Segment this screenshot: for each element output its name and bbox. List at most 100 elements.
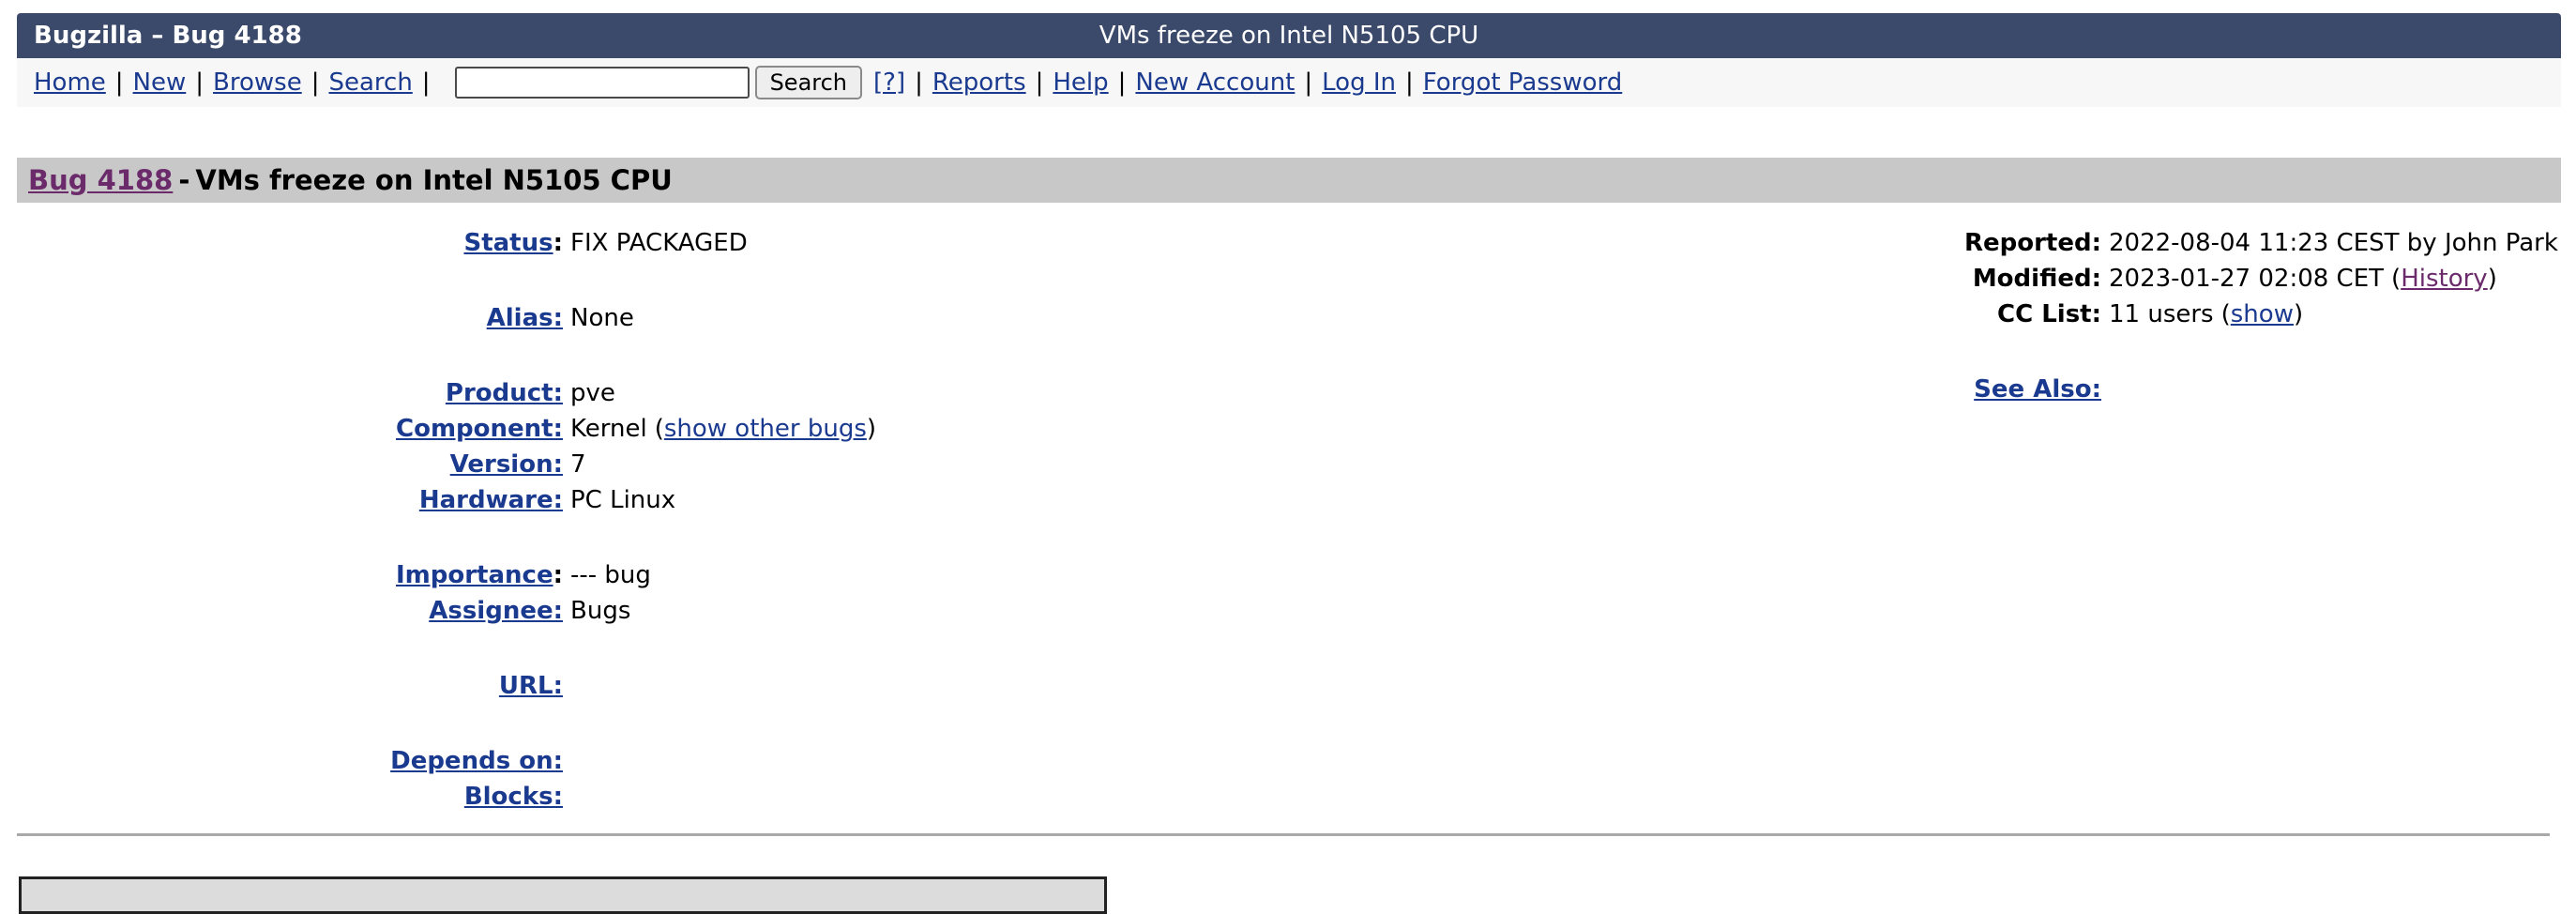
field-row-hardware: Hardware: PC Linux bbox=[0, 482, 1107, 518]
comment-box-partial[interactable] bbox=[19, 876, 1107, 914]
importance-colon: : bbox=[553, 561, 563, 589]
paren-open: ( bbox=[655, 415, 664, 443]
paren-open: ( bbox=[2221, 300, 2231, 328]
field-row-url: URL: bbox=[0, 668, 1107, 704]
field-row-alias: Alias: None bbox=[0, 300, 1107, 336]
field-row-component: Component: Kernel (show other bugs) bbox=[0, 411, 1107, 447]
modified-value-group: 2023-01-27 02:08 CET(History) bbox=[2101, 261, 2570, 297]
status-label: Status: bbox=[0, 225, 563, 261]
nav-link-search[interactable]: Search bbox=[328, 69, 412, 97]
window-titlebar: Bugzilla – Bug 4188 VMs freeze on Intel … bbox=[17, 13, 2561, 58]
nav-link-home[interactable]: Home bbox=[34, 69, 106, 97]
nav-link-help[interactable]: Help bbox=[1053, 69, 1108, 97]
quick-search-input[interactable] bbox=[455, 67, 750, 99]
component-label: Component: bbox=[0, 411, 563, 447]
field-row-importance: Importance: --- bug bbox=[0, 557, 1107, 593]
see-also-label-link[interactable]: See Also: bbox=[1974, 375, 2101, 404]
nav-separator: | bbox=[422, 69, 431, 97]
product-value: pve bbox=[563, 375, 1107, 411]
nav-separator: | bbox=[915, 69, 923, 97]
status-colon: : bbox=[553, 229, 563, 257]
product-label-link[interactable]: Product: bbox=[446, 379, 563, 407]
hardware-label: Hardware: bbox=[0, 482, 563, 518]
bug-headline-bar: Bug 4188 - VMs freeze on Intel N5105 CPU bbox=[17, 158, 2561, 203]
status-value: FIX PACKAGED bbox=[563, 225, 1107, 261]
version-label-link[interactable]: Version: bbox=[450, 450, 563, 479]
field-row-product: Product: pve bbox=[0, 375, 1107, 411]
search-help-link[interactable]: [?] bbox=[873, 69, 905, 97]
paren-open: ( bbox=[2391, 265, 2401, 293]
bug-fields-right-column: Reported: 2022-08-04 11:23 CEST by John … bbox=[1857, 225, 2570, 407]
hardware-value: PC Linux bbox=[563, 482, 1107, 518]
reported-value: 2022-08-04 11:23 CEST by John Park bbox=[2101, 225, 2570, 261]
nav-link-new-account[interactable]: New Account bbox=[1135, 69, 1295, 97]
nav-separator: | bbox=[115, 69, 124, 97]
modified-value: 2023-01-27 02:08 CET bbox=[2109, 265, 2384, 293]
hardware-label-link[interactable]: Hardware: bbox=[419, 486, 563, 514]
cc-list-label: CC List: bbox=[1857, 297, 2101, 332]
alias-value: None bbox=[563, 300, 1107, 336]
nav-link-forgot-password[interactable]: Forgot Password bbox=[1423, 69, 1622, 97]
component-value-group: Kernel (show other bugs) bbox=[563, 411, 1107, 447]
field-row-reported: Reported: 2022-08-04 11:23 CEST by John … bbox=[1857, 225, 2570, 261]
nav-separator: | bbox=[1036, 69, 1044, 97]
alias-label: Alias: bbox=[0, 300, 563, 336]
component-label-link[interactable]: Component: bbox=[396, 415, 563, 443]
url-label: URL: bbox=[0, 668, 563, 704]
status-label-link[interactable]: Status bbox=[463, 229, 553, 257]
nav-separator: | bbox=[1405, 69, 1414, 97]
importance-label-link[interactable]: Importance bbox=[396, 561, 553, 589]
field-spacer bbox=[0, 261, 1107, 300]
assignee-label-link[interactable]: Assignee: bbox=[429, 597, 563, 625]
search-button[interactable]: Search bbox=[755, 66, 862, 99]
product-label: Product: bbox=[0, 375, 563, 411]
alias-label-link[interactable]: Alias: bbox=[487, 304, 563, 332]
modified-label: Modified: bbox=[1857, 261, 2101, 297]
blocks-label: Blocks: bbox=[0, 779, 563, 815]
field-row-modified: Modified: 2023-01-27 02:08 CET(History) bbox=[1857, 261, 2570, 297]
nav-separator: | bbox=[1118, 69, 1127, 97]
importance-value: --- bug bbox=[563, 557, 1107, 593]
headline-dash: - bbox=[178, 164, 189, 196]
cc-list-show-link[interactable]: show bbox=[2231, 300, 2294, 328]
field-row-status: Status: FIX PACKAGED bbox=[0, 225, 1107, 261]
field-row-assignee: Assignee: Bugs bbox=[0, 593, 1107, 629]
version-value: 7 bbox=[563, 447, 1107, 482]
importance-label: Importance: bbox=[0, 557, 563, 593]
cc-list-value-group: 11 users(show) bbox=[2101, 297, 2570, 332]
nav-link-reports[interactable]: Reports bbox=[932, 69, 1026, 97]
bug-id-link[interactable]: Bug 4188 bbox=[28, 164, 173, 196]
field-row-version: Version: 7 bbox=[0, 447, 1107, 482]
show-other-bugs-link[interactable]: show other bugs bbox=[664, 415, 867, 443]
nav-link-log-in[interactable]: Log In bbox=[1322, 69, 1396, 97]
field-row-blocks: Blocks: bbox=[0, 779, 1107, 815]
field-row-depends-on: Depends on: bbox=[0, 743, 1107, 779]
field-row-see-also: See Also: bbox=[1857, 372, 2570, 407]
component-value: Kernel bbox=[570, 415, 647, 443]
app-title: Bugzilla – Bug 4188 bbox=[34, 22, 302, 50]
see-also-label: See Also: bbox=[1857, 372, 2101, 407]
paren-close: ) bbox=[2294, 300, 2303, 328]
reported-label: Reported: bbox=[1857, 225, 2101, 261]
nav-separator: | bbox=[195, 69, 204, 97]
cc-list-value: 11 users bbox=[2109, 300, 2214, 328]
bug-summary: VMs freeze on Intel N5105 CPU bbox=[195, 164, 672, 196]
history-link[interactable]: History bbox=[2401, 265, 2488, 293]
section-divider bbox=[17, 833, 2550, 836]
nav-link-browse[interactable]: Browse bbox=[213, 69, 302, 97]
nav-link-new[interactable]: New bbox=[133, 69, 187, 97]
paren-close: ) bbox=[2488, 265, 2497, 293]
url-label-link[interactable]: URL: bbox=[499, 672, 563, 700]
assignee-label: Assignee: bbox=[0, 593, 563, 629]
paren-close: ) bbox=[867, 415, 876, 443]
version-label: Version: bbox=[0, 447, 563, 482]
bug-fields-left-column: Status: FIX PACKAGED Alias: None Product… bbox=[0, 225, 1107, 815]
blocks-label-link[interactable]: Blocks: bbox=[464, 783, 563, 811]
field-spacer bbox=[0, 336, 1107, 375]
field-spacer bbox=[0, 629, 1107, 668]
nav-separator: | bbox=[1304, 69, 1312, 97]
depends-on-label-link[interactable]: Depends on: bbox=[390, 747, 563, 775]
field-spacer bbox=[0, 518, 1107, 557]
depends-on-label: Depends on: bbox=[0, 743, 563, 779]
assignee-value: Bugs bbox=[563, 593, 1107, 629]
